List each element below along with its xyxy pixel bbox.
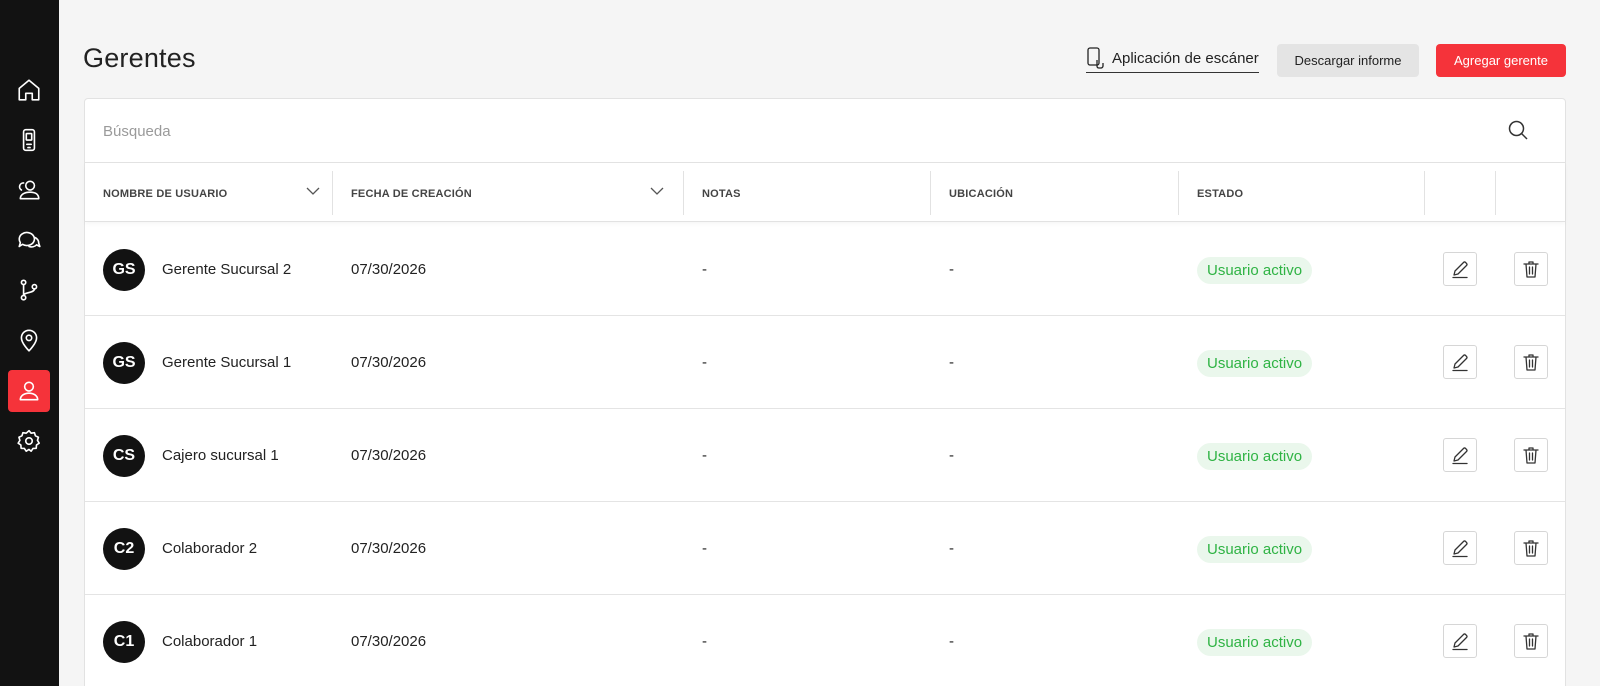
add-manager-button[interactable]: Agregar gerente [1436,44,1566,77]
avatar: CS [103,435,145,477]
chevron-down-icon[interactable] [304,182,322,200]
delete-button[interactable] [1514,531,1548,565]
status-badge: Usuario activo [1197,629,1313,656]
search-bar [85,99,1565,163]
nav-chat[interactable] [8,219,50,261]
column-header-status: ESTADO [1197,188,1244,200]
table-row: GS Gerente Sucursal 2 07/30/2026 - - Usu… [85,223,1565,316]
branch-icon [20,279,38,301]
created-date-cell: 07/30/2026 [351,447,427,464]
nav-settings[interactable] [8,420,50,462]
location-pin-icon [20,329,38,352]
mobile-touch-icon [1087,47,1104,69]
table-row: C2 Colaborador 2 07/30/2026 - - Usuario … [85,502,1565,595]
username-cell: Colaborador 1 [162,633,258,650]
avatar: GS [103,342,145,384]
delete-button[interactable] [1514,624,1548,658]
pencil-icon [1452,261,1468,279]
pencil-icon [1452,354,1468,372]
download-report-button[interactable]: Descargar informe [1277,44,1419,77]
location-cell: - [949,447,954,464]
notes-cell: - [702,354,707,371]
mobile-scanner-icon [22,128,36,152]
column-divider [1495,171,1496,215]
users-icon [18,180,40,200]
username-cell: Gerente Sucursal 2 [162,261,292,278]
pencil-icon [1452,540,1468,558]
table-header: NOMBRE DE USUARIO FECHA DE CREACIÓN NOTA… [85,163,1565,222]
created-date-cell: 07/30/2026 [351,261,427,278]
edit-button[interactable] [1443,624,1477,658]
username-cell: Cajero sucursal 1 [162,447,279,464]
trash-icon [1523,540,1539,557]
column-header-notes: NOTAS [702,188,741,200]
column-divider [683,171,684,215]
delete-button[interactable] [1514,438,1548,472]
column-divider [332,171,333,215]
location-cell: - [949,261,954,278]
scanner-link-label: Aplicación de escáner [1112,49,1259,67]
chevron-down-icon[interactable] [648,182,666,200]
managers-table-card: NOMBRE DE USUARIO FECHA DE CREACIÓN NOTA… [84,98,1566,686]
edit-button[interactable] [1443,438,1477,472]
status-badge: Usuario activo [1197,350,1313,377]
nav-home[interactable] [8,69,50,111]
table-row: CS Cajero sucursal 1 07/30/2026 - - Usua… [85,409,1565,502]
settings-gear-icon [17,429,40,452]
nav-branches[interactable] [8,269,50,311]
delete-button[interactable] [1514,252,1548,286]
user-icon [19,381,39,401]
avatar: C2 [103,528,145,570]
page-title: Gerentes [83,43,196,73]
trash-icon [1523,633,1539,650]
trash-icon [1523,261,1539,278]
column-divider [1424,171,1425,215]
column-divider [1178,171,1179,215]
location-cell: - [949,540,954,557]
nav-scanner[interactable] [8,119,50,161]
table-row: GS Gerente Sucursal 1 07/30/2026 - - Usu… [85,316,1565,409]
status-badge: Usuario activo [1197,536,1313,563]
status-badge: Usuario activo [1197,257,1313,284]
nav-managers[interactable] [8,370,50,412]
sidebar [0,0,59,686]
avatar: C1 [103,621,145,663]
avatar: GS [103,249,145,291]
created-date-cell: 07/30/2026 [351,354,427,371]
pencil-icon [1452,447,1468,465]
trash-icon [1523,447,1539,464]
search-icon[interactable] [1507,119,1529,141]
delete-button[interactable] [1514,345,1548,379]
username-cell: Gerente Sucursal 1 [162,354,292,371]
pencil-icon [1452,633,1468,651]
status-badge: Usuario activo [1197,443,1313,470]
notes-cell: - [702,261,707,278]
created-date-cell: 07/30/2026 [351,540,427,557]
edit-button[interactable] [1443,345,1477,379]
location-cell: - [949,633,954,650]
column-divider [930,171,931,215]
column-header-created[interactable]: FECHA DE CREACIÓN [351,173,472,215]
nav-locations[interactable] [8,319,50,361]
edit-button[interactable] [1443,252,1477,286]
notes-cell: - [702,540,707,557]
table-row: C1 Colaborador 1 07/30/2026 - - Usuario … [85,595,1565,686]
chat-icon [18,231,41,248]
column-header-location: UBICACIÓN [949,188,1014,200]
home-icon [18,79,40,101]
scanner-app-link[interactable]: Aplicación de escáner [1086,46,1259,73]
edit-button[interactable] [1443,531,1477,565]
trash-icon [1523,354,1539,371]
username-cell: Colaborador 2 [162,540,258,557]
column-header-username[interactable]: NOMBRE DE USUARIO [103,173,227,215]
nav-users[interactable] [8,169,50,211]
search-input[interactable] [103,117,1483,145]
notes-cell: - [702,633,707,650]
created-date-cell: 07/30/2026 [351,633,427,650]
location-cell: - [949,354,954,371]
notes-cell: - [702,447,707,464]
